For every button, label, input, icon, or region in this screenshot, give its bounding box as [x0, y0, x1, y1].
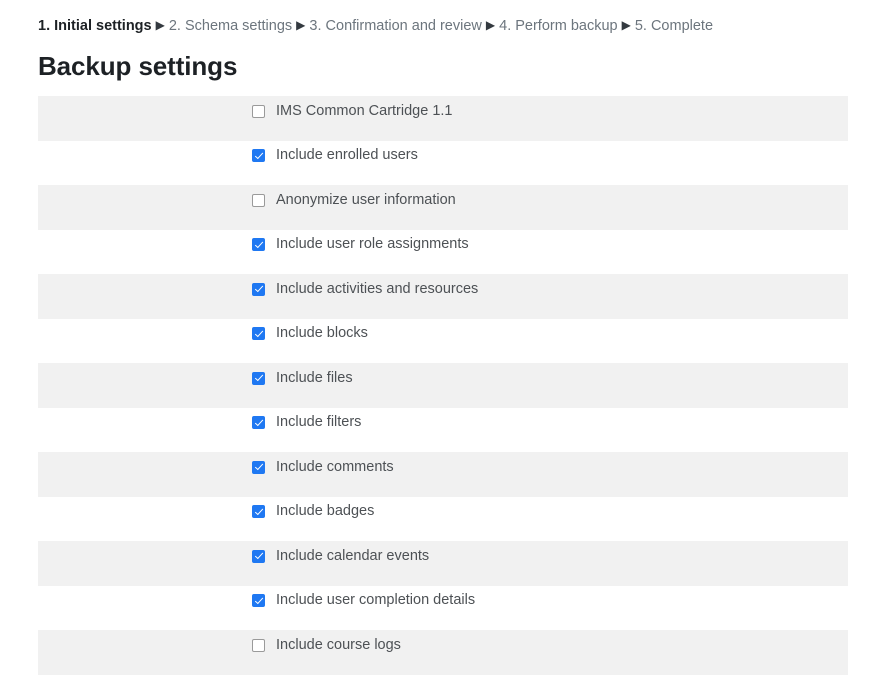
setting-row: Include files — [38, 363, 848, 408]
checkbox-checked-icon[interactable] — [252, 549, 265, 563]
page-title: Backup settings — [38, 51, 238, 81]
breadcrumb-step-5[interactable]: 5. Complete — [635, 18, 713, 34]
setting-row-content: IMS Common Cartridge 1.1 — [252, 96, 452, 126]
setting-label[interactable]: IMS Common Cartridge 1.1 — [276, 102, 452, 121]
setting-label[interactable]: Include calendar events — [276, 547, 429, 566]
breadcrumb-separator-icon: ▶ — [485, 18, 496, 32]
setting-row: Include user role assignments — [38, 230, 848, 275]
breadcrumb-separator-icon: ▶ — [155, 18, 165, 32]
setting-label[interactable]: Anonymize user information — [276, 191, 456, 210]
setting-row-content: Include comments — [252, 452, 394, 482]
setting-row-content: Anonymize user information — [252, 185, 456, 215]
setting-row: IMS Common Cartridge 1.1 — [38, 96, 848, 141]
setting-row-content: Include user completion details — [252, 586, 475, 616]
setting-label[interactable]: Include activities and resources — [276, 280, 478, 299]
checkbox-checked-icon[interactable] — [252, 238, 265, 251]
backup-progress-breadcrumb: 1. Initial settings ▶ 2. Schema settings ▶ 3… — [0, 0, 872, 36]
setting-label[interactable]: Include blocks — [276, 324, 368, 343]
checkbox-unchecked-icon[interactable] — [252, 104, 265, 118]
breadcrumb-step-3[interactable]: 3. Confirmation and review — [309, 18, 481, 34]
checkbox-unchecked-icon[interactable] — [252, 638, 265, 652]
checkbox-checked-icon[interactable] — [252, 505, 265, 518]
setting-label[interactable]: Include files — [276, 369, 353, 388]
setting-row: Include activities and resources — [38, 274, 848, 319]
setting-row-content: Include badges — [252, 497, 374, 527]
checkbox-checked-icon[interactable] — [252, 594, 265, 607]
setting-label[interactable]: Include user role assignments — [276, 235, 469, 254]
setting-row: Include comments — [38, 452, 848, 497]
setting-row: Include enrolled users — [38, 141, 848, 186]
setting-row: Include badges — [38, 497, 848, 542]
backup-settings-list: IMS Common Cartridge 1.1 Include enrolled… — [0, 96, 872, 675]
setting-row-content: Include files — [252, 363, 353, 393]
setting-row-content: Include activities and resources — [252, 274, 478, 304]
breadcrumb-separator-icon: ▶ — [621, 18, 631, 32]
checkbox-checked-icon[interactable] — [252, 460, 265, 474]
setting-row-content: Include course logs — [252, 630, 401, 660]
breadcrumb-step-4[interactable]: 4. Perform backup — [499, 18, 617, 34]
setting-row: Include blocks — [38, 319, 848, 364]
breadcrumb-step-2[interactable]: 2. Schema settings — [169, 18, 292, 34]
setting-row-content: Include user role assignments — [252, 230, 469, 260]
setting-label[interactable]: Include filters — [276, 413, 361, 432]
setting-label[interactable]: Include user completion details — [276, 591, 475, 610]
checkbox-checked-icon[interactable] — [252, 149, 265, 162]
checkbox-checked-icon[interactable] — [252, 371, 265, 385]
setting-row: Anonymize user information — [38, 185, 848, 230]
setting-row-content: Include blocks — [252, 319, 368, 349]
checkbox-unchecked-icon[interactable] — [252, 193, 265, 207]
setting-label[interactable]: Include enrolled users — [276, 146, 418, 165]
setting-row: Include filters — [38, 408, 848, 453]
setting-row: Include course logs — [38, 630, 848, 675]
checkbox-checked-icon[interactable] — [252, 327, 265, 340]
setting-label[interactable]: Include comments — [276, 458, 394, 477]
setting-row: Include calendar events — [38, 541, 848, 586]
setting-row-content: Include filters — [252, 408, 361, 438]
setting-label[interactable]: Include course logs — [276, 636, 401, 655]
setting-label[interactable]: Include badges — [276, 502, 374, 521]
setting-row-content: Include enrolled users — [252, 141, 418, 171]
setting-row: Include user completion details — [38, 586, 848, 631]
checkbox-checked-icon[interactable] — [252, 416, 265, 429]
checkbox-checked-icon[interactable] — [252, 282, 265, 296]
breadcrumb-step-1: 1. Initial settings — [38, 18, 152, 34]
setting-row-content: Include calendar events — [252, 541, 429, 571]
breadcrumb-separator-icon: ▶ — [296, 18, 306, 32]
